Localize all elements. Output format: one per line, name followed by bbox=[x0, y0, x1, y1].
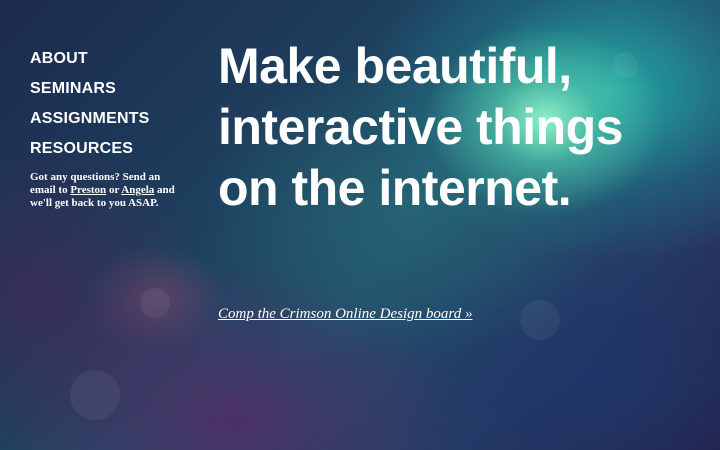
bokeh-light bbox=[70, 370, 120, 420]
nav-item-seminars[interactable]: SEMINARS bbox=[30, 74, 180, 104]
contact-text: or bbox=[106, 184, 122, 196]
bokeh-light bbox=[140, 288, 170, 318]
hero-headline: Make beautiful, interactive things on th… bbox=[218, 38, 624, 216]
nav-item-resources[interactable]: RESOURCES bbox=[30, 134, 180, 164]
bokeh-light bbox=[520, 300, 560, 340]
contact-note: Got any questions? Send an email to Pres… bbox=[30, 171, 180, 210]
angela-email-link[interactable]: Angela bbox=[121, 184, 154, 196]
nav-item-about[interactable]: ABOUT bbox=[30, 44, 180, 74]
design-board-link[interactable]: Comp the Crimson Online Design board » bbox=[218, 306, 472, 323]
sidebar-nav: ABOUT SEMINARS ASSIGNMENTS RESOURCES Got… bbox=[30, 44, 180, 221]
nav-item-assignments[interactable]: ASSIGNMENTS bbox=[30, 104, 180, 134]
preston-email-link[interactable]: Preston bbox=[70, 184, 106, 196]
